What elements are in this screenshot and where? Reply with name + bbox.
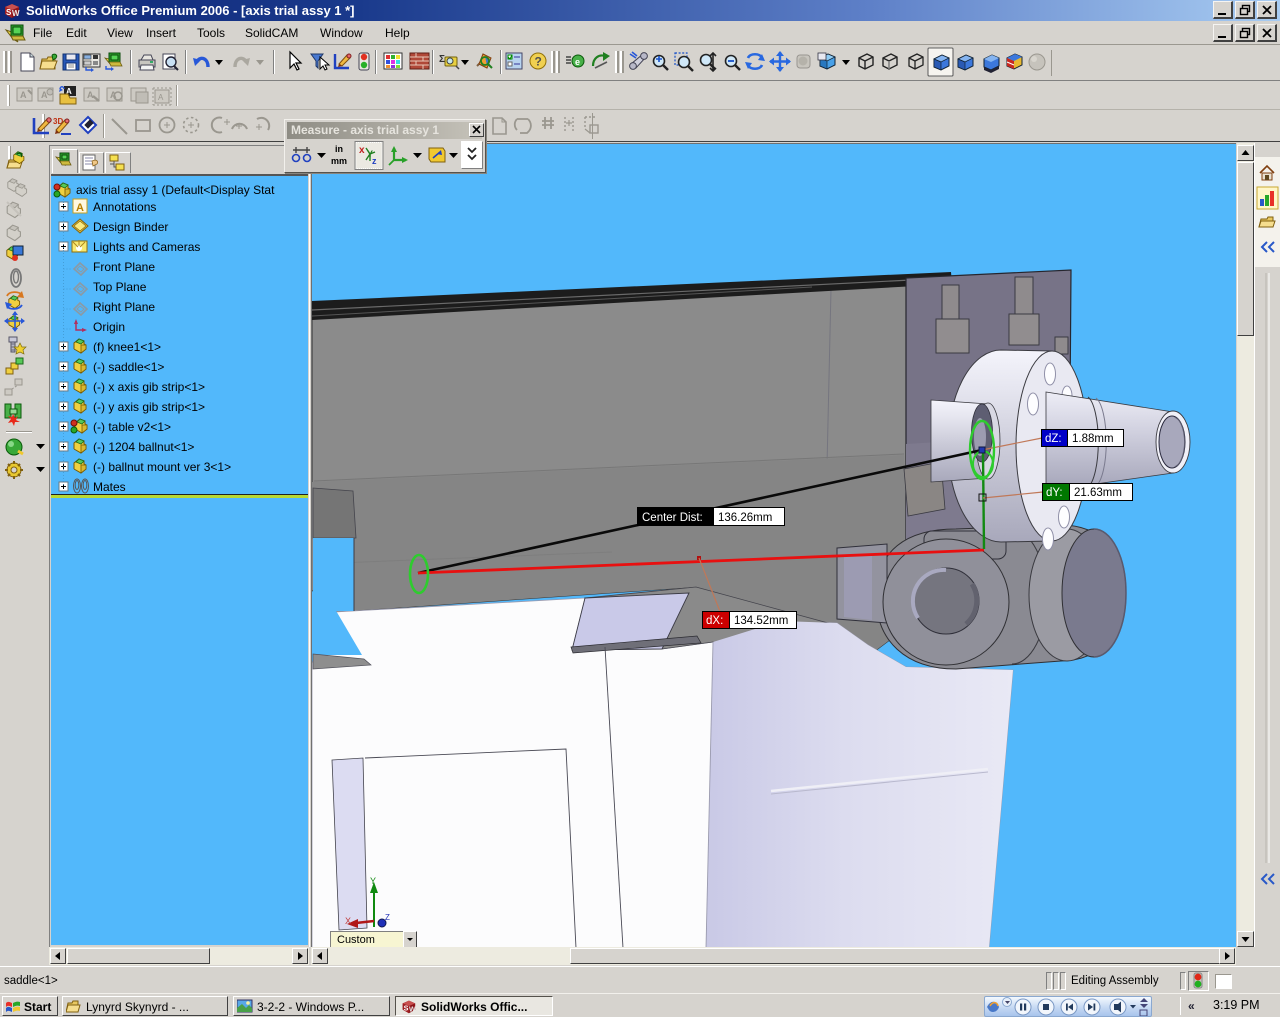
svg-text:dY:: dY: — [1046, 487, 1063, 499]
svg-text:Mates: Mates — [93, 480, 126, 494]
svg-text:(f) knee1<1>: (f) knee1<1> — [93, 340, 161, 354]
svg-text:Lights and Cameras: Lights and Cameras — [93, 240, 200, 254]
svg-text:W: W — [409, 1005, 416, 1013]
svg-text:Σ: Σ — [439, 54, 445, 65]
svg-text:A: A — [76, 202, 84, 214]
svg-text:?: ? — [535, 55, 542, 69]
svg-text:21.63mm: 21.63mm — [1074, 487, 1122, 499]
svg-text:Design Binder: Design Binder — [93, 220, 168, 234]
svg-text:z: z — [372, 156, 377, 166]
svg-text:(-) saddle<1>: (-) saddle<1> — [93, 360, 164, 374]
svg-text:S: S — [404, 1005, 409, 1013]
svg-text:Z: Z — [385, 913, 390, 922]
svg-text:(-) ballnut mount ver 3<1>: (-) ballnut mount ver 3<1> — [93, 460, 231, 474]
svg-text:134.52mm: 134.52mm — [734, 615, 788, 627]
svg-text:dX:: dX: — [706, 615, 723, 627]
svg-text:e: e — [575, 57, 580, 67]
svg-text:Right Plane: Right Plane — [93, 300, 155, 314]
svg-text:x: x — [359, 145, 365, 156]
svg-text:(-) table v2<1>: (-) table v2<1> — [93, 420, 171, 434]
svg-text:in: in — [335, 144, 343, 154]
svg-text:Annotations: Annotations — [93, 200, 156, 214]
svg-text:136.26mm: 136.26mm — [718, 512, 772, 524]
svg-text:axis trial assy 1 (Default<Di: axis trial assy 1 (Default<Display Stat — [76, 183, 275, 197]
svg-text:Origin: Origin — [93, 320, 125, 334]
svg-text:Top Plane: Top Plane — [93, 280, 147, 294]
svg-text:W: W — [12, 9, 20, 18]
svg-text:mm: mm — [331, 156, 347, 166]
svg-text:(-) 1204 ballnut<1>: (-) 1204 ballnut<1> — [93, 440, 194, 454]
svg-text:dZ:: dZ: — [1045, 433, 1062, 445]
svg-text:A: A — [158, 93, 164, 102]
svg-text:1.88mm: 1.88mm — [1072, 433, 1114, 445]
svg-text:Y: Y — [370, 876, 376, 886]
svg-text:(-) x axis gib strip<1>: (-) x axis gib strip<1> — [93, 380, 205, 394]
svg-text:(-) y axis gib strip<1>: (-) y axis gib strip<1> — [93, 400, 205, 414]
svg-text:Front Plane: Front Plane — [93, 260, 155, 274]
svg-text:X: X — [345, 916, 351, 926]
svg-text:Center Dist:: Center Dist: — [642, 512, 703, 524]
